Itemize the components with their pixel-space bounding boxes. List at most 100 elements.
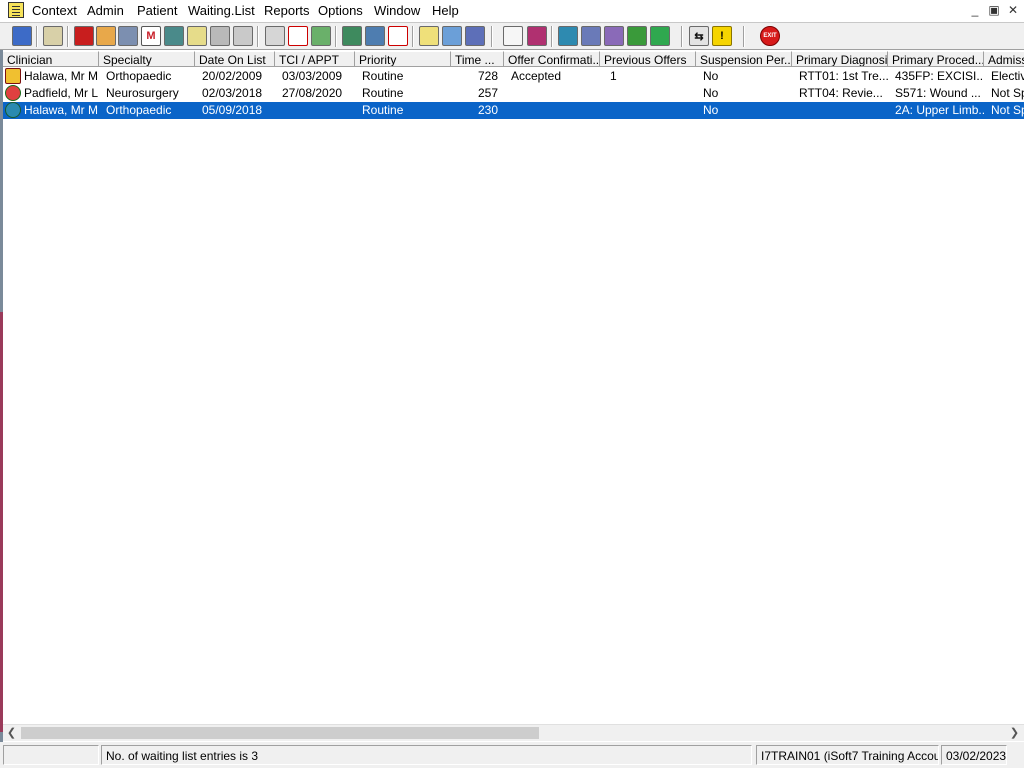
restore-icon[interactable]: ▣ [986,3,1002,17]
cell-clinician: Halawa, Mr M [24,69,99,83]
cell-tci-appt [275,102,355,119]
horizontal-scrollbar[interactable]: ❮ ❯ [3,724,1024,741]
cell-suspension: No [703,69,719,83]
column-header-clinician[interactable]: Clinician [3,51,99,67]
menu-patient[interactable]: Patient [137,3,177,19]
cell-suspension: No [703,86,719,100]
folder-edit-icon[interactable] [96,26,116,46]
cell-specialty: Orthopaedic [106,69,172,83]
screen-list-icon[interactable] [311,26,331,46]
note-list-icon[interactable] [419,26,439,46]
column-header-date-on-list[interactable]: Date On List [195,51,275,67]
doctor-icon[interactable] [164,26,184,46]
cell-previous-offers: 1 [610,69,617,83]
cell-admission: Not Sp [991,86,1024,100]
cell-time: 257 [477,86,498,100]
cell-specialty: Orthopaedic [106,103,172,117]
menu-context[interactable]: Context [32,3,77,19]
cell-previous-offers [600,102,696,119]
cell-admission: Electiv [991,69,1024,83]
status-panel-empty [3,745,99,765]
table-row-selected[interactable]: Halawa, Mr M Orthopaedic 05/09/2018 Rout… [3,102,1024,119]
patient-alert-icon [5,85,21,101]
patient-globe-icon [5,102,21,118]
cell-primary-procedure: S571: Wound ... [895,86,981,100]
timer-icon[interactable] [388,26,408,46]
patient-transport-icon[interactable] [465,26,485,46]
column-header-primary-diagnosis[interactable]: Primary Diagnosis [792,51,888,67]
cell-specialty: Neurosurgery [106,86,179,100]
column-header-previous-offers[interactable]: Previous Offers [600,51,696,67]
swap-arrows-icon[interactable]: ⇆ [689,26,709,46]
menu-admin[interactable]: Admin [87,3,124,19]
column-header-primary-procedure[interactable]: Primary Proced... [888,51,984,67]
menu-options[interactable]: Options [318,3,363,19]
scroll-right-icon[interactable]: ❯ [1006,725,1023,741]
bar-chart-icon[interactable] [527,26,547,46]
flag-icon[interactable] [233,26,253,46]
menu-window[interactable]: Window [374,3,420,19]
cell-primary-procedure: 2A: Upper Limb... [895,103,984,117]
calendar-card-icon[interactable] [365,26,385,46]
list-arrow-icon[interactable] [581,26,601,46]
cell-date-on-list: 05/09/2018 [202,103,263,117]
toolbar-separator [335,26,337,47]
column-header-tci-appt[interactable]: TCI / APPT [275,51,355,67]
green-down-arrow-icon[interactable] [627,26,647,46]
car-icon[interactable] [442,26,462,46]
status-date: 03/02/2023 [941,745,1007,765]
table-row[interactable]: Padfield, Mr L Neurosurgery 02/03/2018 2… [3,85,1024,102]
notes-edit-icon[interactable] [187,26,207,46]
column-header-offer-confirmation[interactable]: Offer Confirmati... [504,51,600,67]
column-header-time[interactable]: Time ... [451,51,504,67]
cell-time: 230 [477,103,498,117]
clock-icon[interactable] [288,26,308,46]
cell-date-on-list: 02/03/2018 [202,86,263,100]
blank-document-icon[interactable] [503,26,523,46]
menu-reports[interactable]: Reports [264,3,310,19]
warning-icon[interactable]: ! [712,26,732,46]
cell-date-on-list: 20/02/2009 [202,69,263,83]
toolbar-separator [681,26,683,47]
exit-button[interactable]: EXIT [760,26,780,46]
minimize-icon[interactable]: _ [967,3,983,17]
column-header-specialty[interactable]: Specialty [99,51,195,67]
cell-time: 728 [477,69,498,83]
red-book-icon[interactable] [74,26,94,46]
menu-waiting-list[interactable]: Waiting.List [188,3,255,19]
cell-tci-appt: 03/03/2009 [282,69,343,83]
cell-priority: Routine [362,69,404,83]
scrollbar-thumb[interactable] [21,727,539,739]
toolbar: M ⇆ ! EXIT [0,22,1024,50]
toolbar-separator [743,26,745,47]
close-icon[interactable]: ✕ [1005,3,1021,17]
cell-suspension: No [703,103,719,117]
waiting-list-table: Clinician Specialty Date On List TCI / A… [3,50,1024,724]
cell-admission: Not Sp [991,103,1024,117]
cell-previous-offers [600,85,696,102]
cell-priority: Routine [362,103,404,117]
column-header-admission[interactable]: Admiss [984,51,1024,67]
column-header-priority[interactable]: Priority [355,51,451,67]
menu-help[interactable]: Help [432,3,459,19]
clinician-icon[interactable] [12,26,32,46]
document-search-icon[interactable] [118,26,138,46]
table-row[interactable]: Halawa, Mr M Orthopaedic 20/02/2009 03/0… [3,68,1024,85]
scroll-left-icon[interactable]: ❮ [3,725,20,741]
magnify-document-icon[interactable] [265,26,285,46]
cell-primary-diagnosis [792,102,888,119]
transfer-icon[interactable] [210,26,230,46]
cell-primary-procedure: 435FP: EXCISI... [895,69,984,83]
letter-m-icon[interactable]: M [141,26,161,46]
green-list-arrow-icon[interactable] [650,26,670,46]
app-menu-icon[interactable] [8,2,24,18]
status-entries-count: No. of waiting list entries is 3 [101,745,752,765]
list-edit-icon[interactable] [604,26,624,46]
column-header-suspension-period[interactable]: Suspension Per... [696,51,792,67]
globe-icon[interactable] [558,26,578,46]
status-account: I7TRAIN01 (iSoft7 Training Account) [756,745,939,765]
patient-card-icon[interactable] [342,26,362,46]
cell-clinician: Padfield, Mr L [24,86,99,100]
toolbar-separator [491,26,493,47]
printer-icon[interactable] [43,26,63,46]
